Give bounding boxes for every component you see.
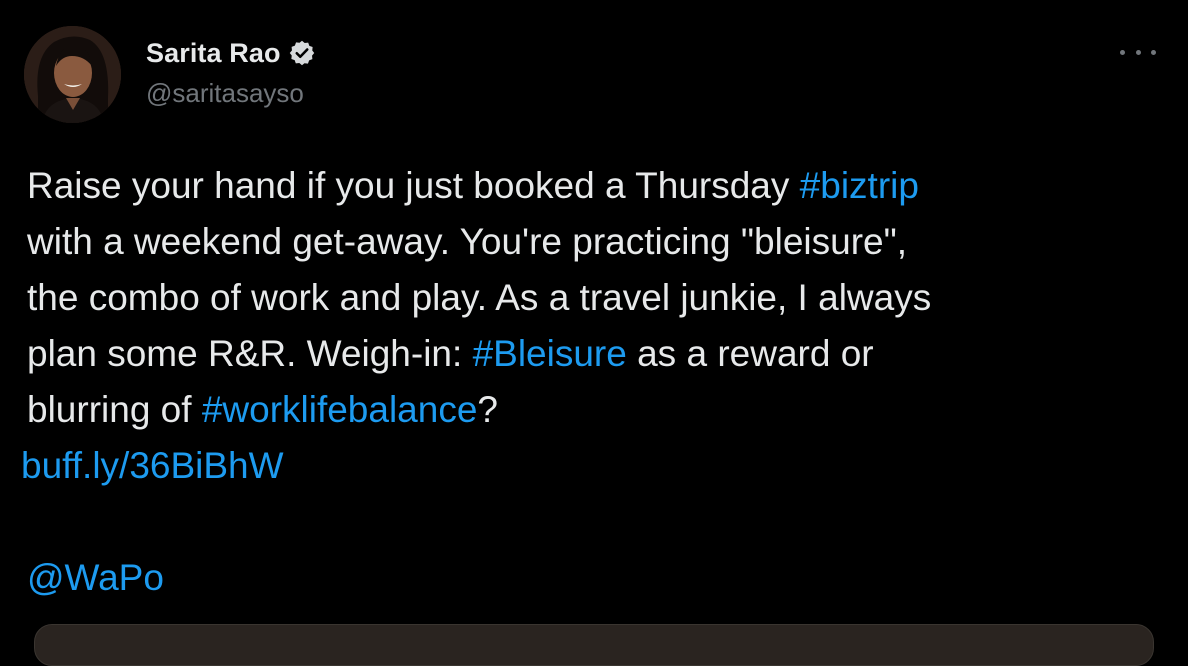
tweet-line: with a weekend get-away. You're practici… — [27, 221, 908, 262]
author-display-name[interactable]: Sarita Rao — [146, 38, 281, 69]
more-dot — [1120, 49, 1125, 55]
more-options-icon[interactable] — [1120, 40, 1156, 64]
tweet-text: Raise your hand if you just booked a Thu… — [21, 158, 1167, 606]
more-dot — [1135, 49, 1141, 55]
hashtag-worklifebalance[interactable]: #worklifebalance — [202, 389, 478, 430]
avatar[interactable] — [24, 26, 121, 123]
tweet-text-segment: ? — [477, 389, 498, 430]
author-handle[interactable]: @saritasayso — [146, 78, 304, 109]
tweet-text-segment: blurring of — [27, 389, 202, 430]
tweet-line: blurring of #worklifebalance? — [27, 382, 1167, 438]
author-name-row[interactable]: Sarita Rao — [146, 36, 316, 70]
tweet-line: Raise your hand if you just booked a Thu… — [27, 158, 1167, 214]
tweet-text-segment: plan some R&R. Weigh-in: — [27, 333, 473, 374]
tweet-line: the combo of work and play. As a travel … — [27, 277, 932, 318]
tweet-line: plan some R&R. Weigh-in: #Bleisure as a … — [27, 326, 1167, 382]
tweet-line: @WaPo — [27, 550, 1167, 606]
hashtag-biztrip[interactable]: #biztrip — [800, 165, 919, 206]
verified-badge-icon — [288, 39, 316, 67]
tweet-text-segment: Raise your hand if you just booked a Thu… — [27, 165, 800, 206]
hashtag-bleisure[interactable]: #Bleisure — [473, 333, 627, 374]
mention-wapo[interactable]: @WaPo — [27, 557, 164, 598]
tweet-link[interactable]: buff.ly/36BiBhW — [21, 445, 284, 486]
tweet-card: Sarita Rao @saritasayso Raise your hand … — [0, 0, 1188, 666]
tweet-line: buff.ly/36BiBhW — [21, 438, 1167, 494]
line-spacer — [27, 494, 1167, 550]
media-preview[interactable] — [34, 624, 1154, 666]
more-dot — [1151, 49, 1156, 55]
tweet-text-segment: as a reward or — [626, 333, 874, 374]
